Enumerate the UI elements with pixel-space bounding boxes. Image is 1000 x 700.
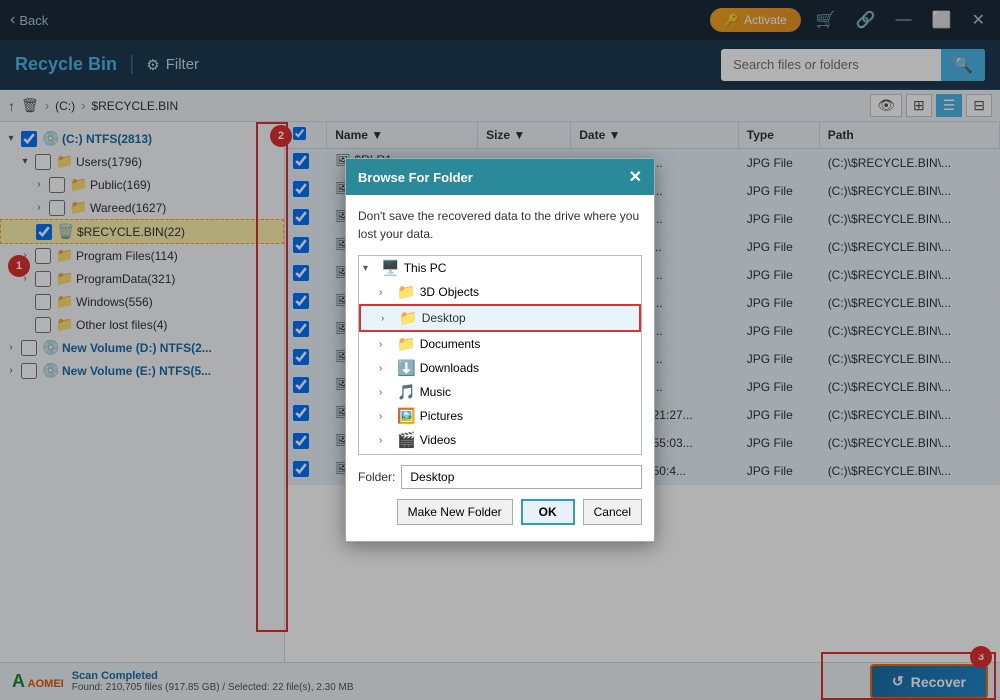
folder-name: 3D Objects — [420, 285, 479, 299]
folder-tree-item[interactable]: › 📁 3D Objects — [359, 280, 641, 304]
folder-tree-item[interactable]: ›💿Local Disk (C:) — [359, 452, 641, 455]
folder-icon: 📁 — [397, 283, 416, 301]
dialog-title-bar: Browse For Folder ✕ — [346, 159, 654, 195]
folder-icon: 🖼️ — [397, 407, 416, 425]
folder-tree-item[interactable]: › 🎵 Music — [359, 380, 641, 404]
folder-arrow-icon: › — [379, 387, 393, 398]
folder-name: Music — [420, 385, 451, 399]
folder-tree-item[interactable]: › 📁 Desktop — [359, 304, 641, 332]
folder-label: Folder: — [358, 470, 395, 484]
folder-icon: 📁 — [397, 335, 416, 353]
folder-name: Downloads — [420, 361, 479, 375]
dialog-body: Don't save the recovered data to the dri… — [346, 195, 654, 541]
folder-arrow-icon: › — [379, 435, 393, 446]
folder-arrow-icon: ▾ — [363, 263, 377, 274]
folder-arrow-icon: › — [379, 411, 393, 422]
make-new-folder-button[interactable]: Make New Folder — [397, 499, 513, 525]
folder-tree-item[interactable]: › 🖼️ Pictures — [359, 404, 641, 428]
folder-name: Documents — [420, 337, 481, 351]
folder-name: This PC — [404, 261, 447, 275]
dialog-buttons: Make New Folder OK Cancel — [358, 499, 642, 529]
folder-name: Desktop — [422, 311, 466, 325]
folder-tree-item[interactable]: › 📁 Documents — [359, 332, 641, 356]
folder-icon: 🎬 — [397, 431, 416, 449]
folder-input-row: Folder: — [358, 465, 642, 489]
cancel-button[interactable]: Cancel — [583, 499, 642, 525]
folder-tree-item[interactable]: › 🎬 Videos — [359, 428, 641, 452]
folder-icon: ⬇️ — [397, 359, 416, 377]
folder-tree-item[interactable]: › ⬇️ Downloads — [359, 356, 641, 380]
folder-arrow-icon: › — [379, 287, 393, 298]
folder-icon: 🖥️ — [381, 259, 400, 277]
dialog-close-button[interactable]: ✕ — [629, 167, 642, 187]
folder-name: Videos — [420, 433, 456, 447]
browse-folder-dialog: Browse For Folder ✕ Don't save the recov… — [345, 158, 655, 542]
folder-input[interactable] — [401, 465, 642, 489]
folder-icon: 🎵 — [397, 383, 416, 401]
dialog-warning: Don't save the recovered data to the dri… — [358, 207, 642, 243]
dialog-title: Browse For Folder — [358, 170, 473, 185]
folder-arrow-icon: › — [379, 363, 393, 374]
folder-arrow-icon: › — [381, 313, 395, 324]
folder-tree-area: ▾🖥️This PC›📁3D Objects›📁Desktop›📁Documen… — [358, 255, 642, 455]
ok-button[interactable]: OK — [521, 499, 575, 525]
folder-tree-item[interactable]: ▾ 🖥️ This PC — [359, 256, 641, 280]
dialog-overlay: Browse For Folder ✕ Don't save the recov… — [0, 0, 1000, 700]
folder-name: Pictures — [420, 409, 463, 423]
folder-arrow-icon: › — [379, 339, 393, 350]
folder-icon: 📁 — [399, 309, 418, 327]
